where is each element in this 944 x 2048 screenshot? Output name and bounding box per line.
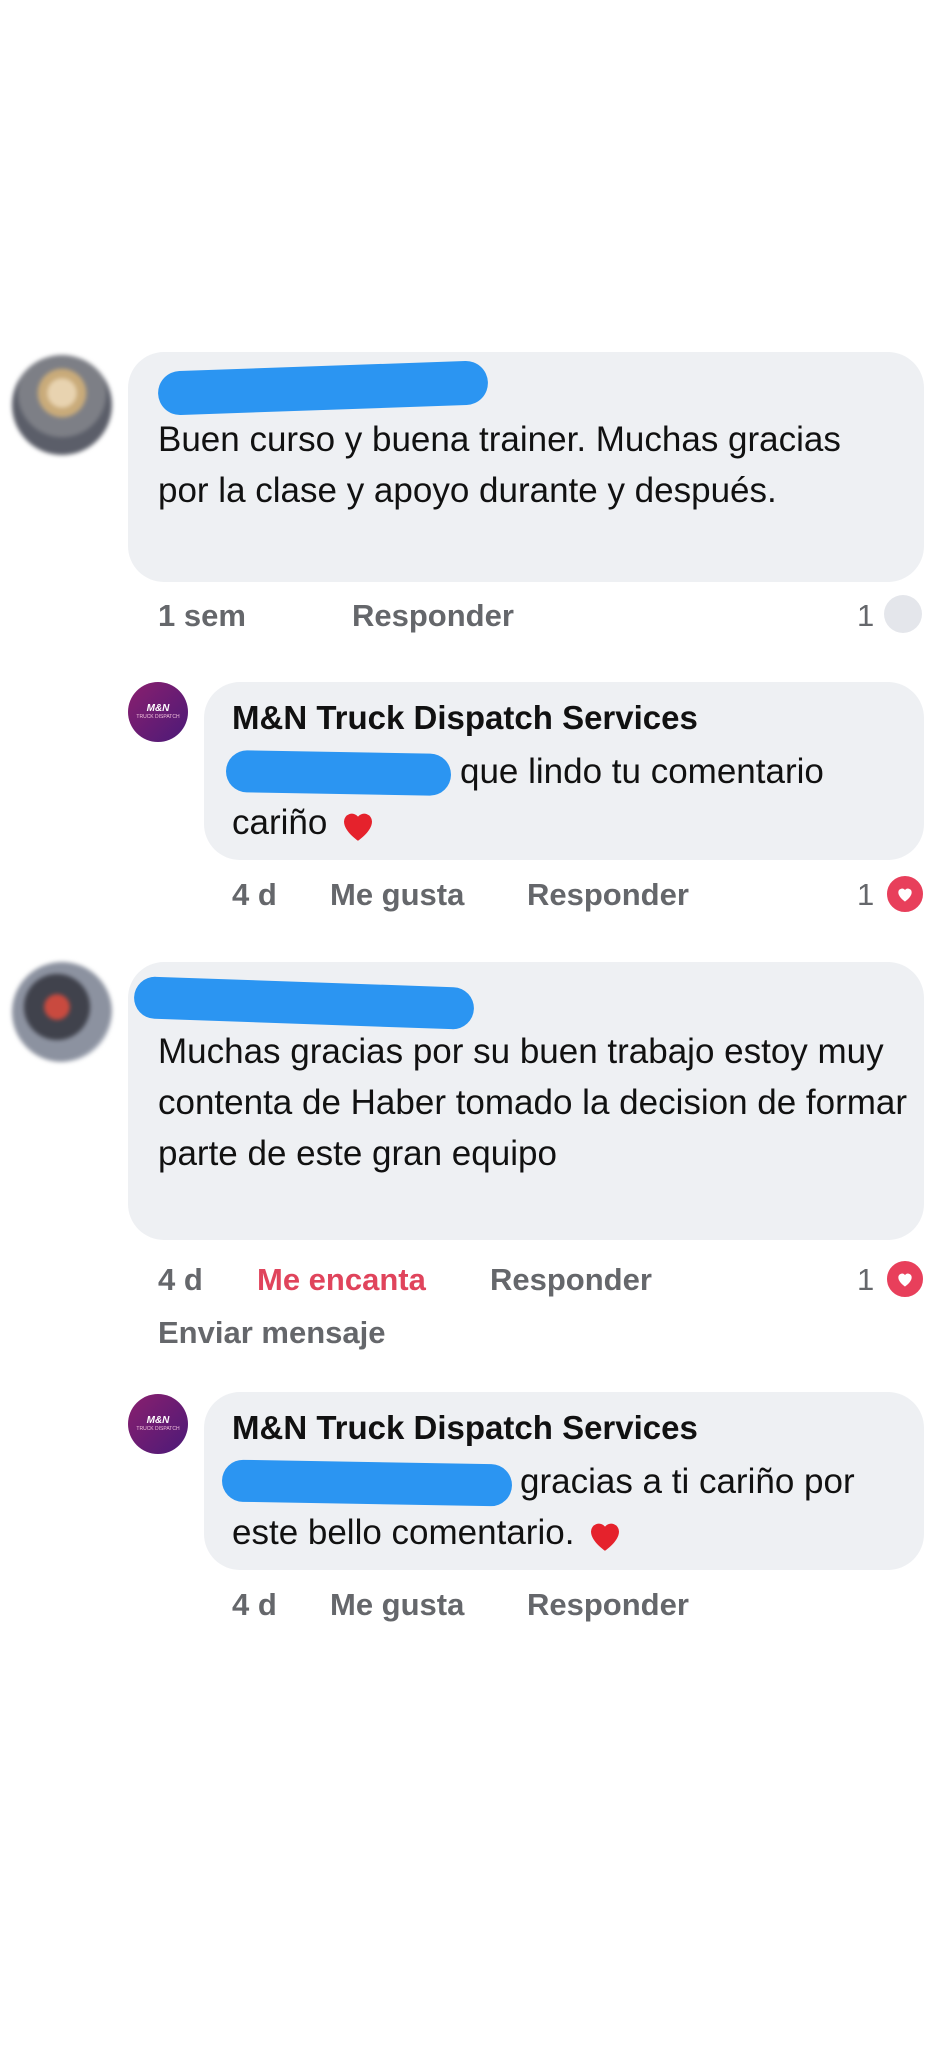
page-logo-text: M&N — [146, 703, 170, 714]
like-button[interactable]: Me gusta — [330, 877, 464, 913]
reply-bubble: M&N Truck Dispatch Services que lindo tu… — [204, 682, 924, 860]
reply-button[interactable]: Responder — [527, 877, 689, 913]
love-reaction-button[interactable]: Me encanta — [257, 1262, 426, 1298]
reaction-placeholder-icon[interactable] — [884, 595, 922, 633]
reply-button[interactable]: Responder — [527, 1587, 689, 1623]
page-logo-sub: TRUCK DISPATCH — [136, 1426, 180, 1432]
comment-text: Muchas gracias por su buen trabajo estoy… — [158, 1032, 908, 1173]
heart-emoji-icon — [344, 813, 373, 841]
reply-time[interactable]: 4 d — [232, 1587, 277, 1623]
reply-button[interactable]: Responder — [490, 1262, 652, 1298]
page-logo-text: M&N — [146, 1415, 170, 1426]
reply-time[interactable]: 4 d — [232, 877, 277, 913]
page-logo-sub: TRUCK DISPATCH — [136, 714, 180, 720]
heart-icon — [898, 1273, 912, 1287]
comment-time[interactable]: 4 d — [158, 1262, 203, 1298]
commenter-avatar[interactable] — [12, 962, 112, 1062]
love-reaction-icon[interactable] — [884, 873, 926, 915]
reply-button[interactable]: Responder — [352, 598, 514, 634]
reaction-count[interactable]: 1 — [857, 1262, 874, 1298]
page-avatar[interactable]: M&N TRUCK DISPATCH — [128, 682, 188, 742]
reply-text: gracias a ti cariño por este bello comen… — [232, 1462, 855, 1552]
reply-author[interactable]: M&N Truck Dispatch Services — [232, 1409, 698, 1447]
reply-text: que lindo tu comentario cariño — [232, 752, 824, 842]
send-message-link[interactable]: Enviar mensaje — [158, 1315, 385, 1351]
love-reaction-icon[interactable] — [884, 1258, 926, 1300]
comment-bubble: Muchas gracias por su buen trabajo estoy… — [128, 962, 924, 1240]
redacted-author-name — [133, 976, 475, 1030]
redacted-author-name — [157, 360, 489, 416]
reaction-count[interactable]: 1 — [857, 598, 874, 634]
heart-icon — [898, 888, 912, 902]
like-button[interactable]: Me gusta — [330, 1587, 464, 1623]
comment-time[interactable]: 1 sem — [158, 598, 246, 634]
commenter-avatar[interactable] — [12, 355, 112, 455]
reaction-count[interactable]: 1 — [857, 877, 874, 913]
reply-bubble: M&N Truck Dispatch Services gracias a ti… — [204, 1392, 924, 1570]
comment-bubble: Buen curso y buena trainer. Muchas graci… — [128, 352, 924, 582]
reply-author[interactable]: M&N Truck Dispatch Services — [232, 699, 698, 737]
page-avatar[interactable]: M&N TRUCK DISPATCH — [128, 1394, 188, 1454]
heart-emoji-icon — [591, 1523, 620, 1551]
comment-text: Buen curso y buena trainer. Muchas graci… — [158, 420, 841, 510]
